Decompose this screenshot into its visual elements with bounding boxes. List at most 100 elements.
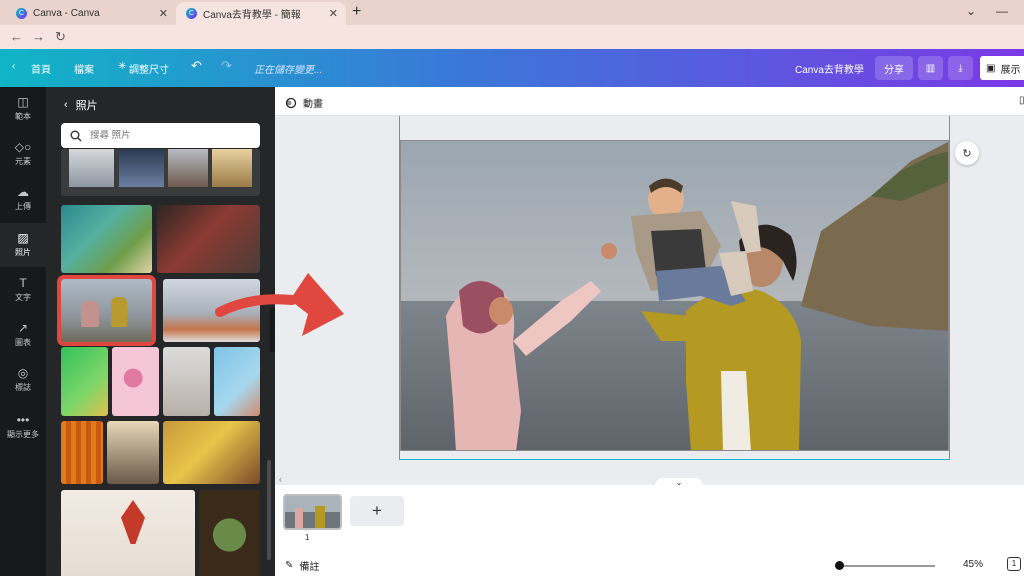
download-icon: ⤓ [958,62,963,74]
browser-tab-bar: C Canva - Canva ✕ C Canva去背教學 - 簡報 ✕ + ⌄… [0,0,1024,25]
forward-arrow-icon[interactable]: → [32,29,45,44]
family-photo-image [401,141,948,450]
rail-label: 圖表 [15,338,31,347]
rail-item-uploads[interactable]: ☁ 上傳 [0,177,46,221]
photo-thumbnail[interactable] [163,279,260,342]
animate-button[interactable]: 動畫 [285,95,323,110]
notes-label: 備註 [299,562,320,573]
new-tab-button[interactable]: + [352,3,361,21]
zoom-level[interactable]: 45% [963,559,983,570]
sparkle-icon: ✳ [118,61,127,72]
more-icon: ••• [16,413,30,427]
tab-close-icon[interactable]: ✕ [329,7,338,20]
browser-tab-canva[interactable]: C Canva - Canva ✕ [6,2,176,25]
family-photo[interactable] [400,140,949,451]
reload-icon[interactable]: ↻ [55,29,66,45]
rail-item-elements[interactable]: ◇○ 元素 [0,132,46,176]
search-input[interactable] [90,130,240,141]
download-button[interactable]: ⤓ [948,56,973,80]
insights-button[interactable]: ▥ [918,56,943,80]
upload-icon: ☁ [17,185,29,199]
elements-icon: ◇○ [14,140,32,154]
notes-button[interactable]: ✎ 備註 [285,558,319,573]
share-button[interactable]: 分享 [875,56,913,80]
text-icon: T [19,276,27,290]
add-page-button[interactable]: + [350,496,404,526]
zoom-slider-handle[interactable] [835,561,844,570]
rail-item-text[interactable]: T 文字 [0,268,46,312]
document-title[interactable]: Canva去背教學 [795,61,864,76]
panel-title: 照片 [75,100,98,112]
notes-icon: ✎ [285,560,294,571]
rail-label: 上傳 [15,202,31,211]
expand-pages-chevron-icon[interactable]: ⌄ [655,478,703,488]
rail-item-photos[interactable]: ▨ 照片 [0,223,46,267]
photo-thumbnail-selected[interactable] [57,275,156,346]
canva-favicon-icon: C [186,8,197,19]
chart-icon: ↗ [17,321,29,335]
panel-scrollbar[interactable] [267,460,271,560]
resize-button[interactable]: 調整尺寸 [129,61,169,76]
photo-thumbnail[interactable] [214,347,260,416]
photo-thumbnail[interactable] [112,347,159,416]
undo-icon[interactable]: ↶ [191,58,202,74]
panel-header[interactable]: ‹ 照片 [64,97,98,113]
bar-chart-icon: ▥ [925,62,936,74]
rail-item-templates[interactable]: ◫ 範本 [0,87,46,131]
search-icon [70,130,82,141]
tab-title: Canva去背教學 - 簡報 [203,10,301,21]
rail-label: 文字 [15,293,31,302]
rail-label: 元素 [15,157,31,166]
back-chevron-icon[interactable]: ‹ [64,99,68,111]
photo-icon: ▨ [17,231,29,245]
photo-thumbnail[interactable] [163,347,210,416]
regenerate-icon[interactable]: ↻ [955,141,979,165]
page-thumbnail[interactable] [283,494,342,530]
tab-close-icon[interactable]: ✕ [159,7,168,20]
browser-toolbar: ← → ↻ [0,25,1024,49]
scroll-left-arrow-icon[interactable]: ‹ [279,475,282,484]
tab-title: Canva - Canva [33,8,100,19]
photo-thumbnail[interactable] [61,421,103,484]
rail-item-more[interactable]: ••• 顯示更多 [0,405,46,449]
more-options-icon[interactable]: ▯ [1019,95,1024,106]
rail-label: 照片 [15,248,31,257]
photo-collection-card[interactable] [61,149,260,196]
logo-icon: ◎ [17,366,29,380]
side-nav-rail: ◫ 範本 ◇○ 元素 ☁ 上傳 ▨ 照片 T 文字 ↗ 圖表 ◎ 標誌 ••• … [0,87,46,576]
tab-search-chevron-icon[interactable]: ⌄ [966,4,976,18]
canvas-area: 動畫 ▯ ↻ ‹ 1 + ⌄ ✎ 備註 45% 1 [275,87,1024,576]
photo-thumbnail[interactable] [199,490,260,576]
photo-thumbnail[interactable] [107,421,159,484]
present-icon: ▣ [986,62,996,74]
photo-thumbnail[interactable] [163,421,260,484]
rail-label: 標誌 [15,383,31,392]
rail-label: 顯示更多 [7,430,39,439]
canva-favicon-icon: C [16,8,27,19]
animate-icon [285,97,297,108]
minimize-icon[interactable]: — [996,4,1008,18]
save-status: 正在儲存變更... [254,65,323,76]
page-count-button[interactable]: 1 [1007,557,1021,571]
back-chevron-icon[interactable]: ‹ [12,61,15,72]
photo-thumbnail[interactable] [61,347,108,416]
pages-strip: 1 + [275,485,1024,555]
editor-header: ‹ 首頁 檔案 ✳ 調整尺寸 ↶ ↷ 正在儲存變更... Canva去背教學 分… [0,49,1024,87]
back-arrow-icon[interactable]: ← [10,29,23,44]
photo-thumbnail[interactable] [61,490,195,576]
redo-icon[interactable]: ↷ [221,58,232,74]
photo-thumbnail[interactable] [61,205,152,273]
photo-thumbnail[interactable] [157,205,260,273]
rail-item-charts[interactable]: ↗ 圖表 [0,313,46,357]
animate-label: 動畫 [303,99,323,110]
context-toolbar: 動畫 ▯ [275,87,1024,116]
present-button[interactable]: ▣ 展示 [978,54,1024,82]
home-link[interactable]: 首頁 [31,61,51,76]
rail-label: 範本 [15,112,31,121]
file-menu[interactable]: 檔案 [74,61,94,76]
browser-tab-presentation[interactable]: C Canva去背教學 - 簡報 ✕ [176,2,346,25]
template-icon: ◫ [17,95,29,109]
photo-search-box[interactable] [61,123,260,148]
zoom-slider-track[interactable] [835,565,935,567]
rail-item-logos[interactable]: ◎ 標誌 [0,358,46,402]
